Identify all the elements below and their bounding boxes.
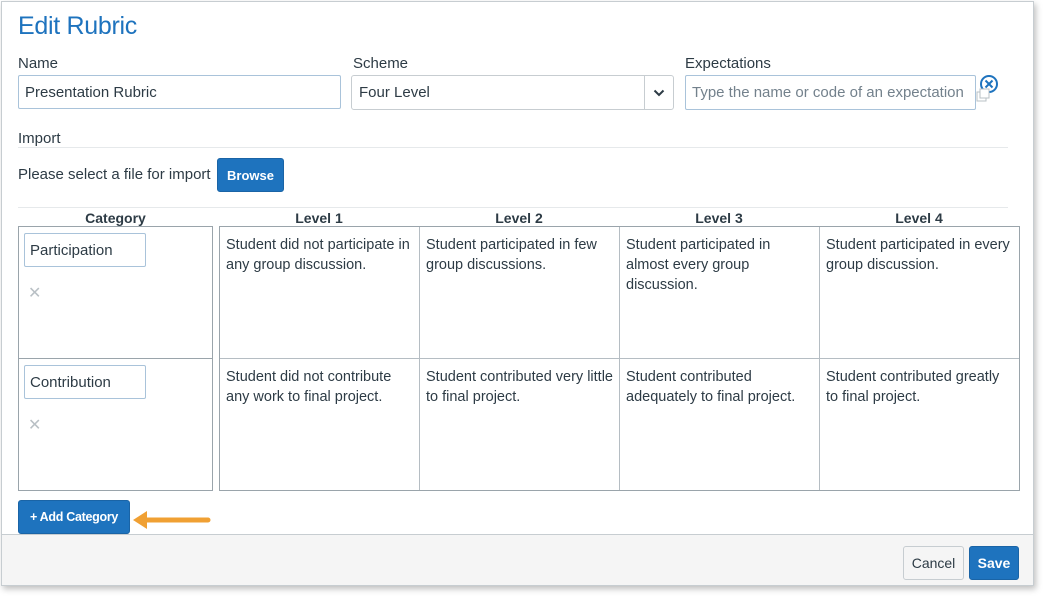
add-category-button[interactable]: + Add Category [18, 500, 130, 534]
descriptor-cell[interactable]: Student participated in every group disc… [820, 227, 1019, 358]
name-label: Name [18, 55, 59, 72]
close-icon[interactable]: ✕ [28, 415, 41, 435]
category-cell: Contribution ✕ [18, 358, 213, 491]
edit-rubric-dialog: Edit Rubric Name Presentation Rubric Sch… [1, 1, 1034, 586]
import-label: Import [18, 130, 61, 147]
annotation-arrow-icon [133, 511, 211, 529]
import-prompt: Please select a file for import [18, 166, 211, 183]
save-button[interactable]: Save [969, 546, 1019, 580]
divider [18, 207, 1008, 208]
expectations-label: Expectations [685, 55, 771, 72]
descriptor-cell[interactable]: Student did not contribute any work to f… [220, 359, 419, 490]
level-4-header: Level 4 [895, 210, 943, 226]
divider [18, 147, 1008, 148]
descriptor-cell[interactable]: Student participated in few group discus… [420, 227, 619, 358]
category-cell: Participation ✕ [18, 226, 213, 359]
scheme-select-value: Four Level [359, 84, 430, 101]
descriptor-cell[interactable]: Student did not participate in any group… [220, 227, 419, 358]
scheme-select[interactable]: Four Level [351, 75, 674, 110]
browse-button[interactable]: Browse [217, 158, 284, 192]
level-3-header: Level 3 [695, 210, 743, 226]
expectations-input[interactable]: Type the name or code of an expectation [685, 75, 976, 110]
level-1-header: Level 1 [295, 210, 343, 226]
category-name-input[interactable]: Participation [24, 233, 146, 267]
close-icon[interactable]: ✕ [28, 283, 41, 303]
descriptor-cell[interactable]: Student contributed adequately to final … [620, 359, 819, 490]
copy-icon [976, 88, 990, 102]
category-name-input[interactable]: Contribution [24, 365, 146, 399]
descriptor-cell[interactable]: Student participated in almost every gro… [620, 227, 819, 358]
descriptor-cell[interactable]: Student contributed greatly to final pro… [820, 359, 1019, 490]
level-2-header: Level 2 [495, 210, 543, 226]
descriptor-cell[interactable]: Student contributed very little to final… [420, 359, 619, 490]
chevron-down-icon[interactable] [644, 76, 673, 109]
category-column-header: Category [85, 210, 146, 226]
cancel-button[interactable]: Cancel [903, 546, 964, 580]
name-input[interactable]: Presentation Rubric [18, 75, 341, 109]
dialog-footer: Cancel Save [2, 534, 1033, 585]
scheme-label: Scheme [353, 55, 409, 72]
dialog-title: Edit Rubric [18, 12, 137, 40]
rubric-levels-grid: Student did not participate in any group… [219, 226, 1020, 491]
